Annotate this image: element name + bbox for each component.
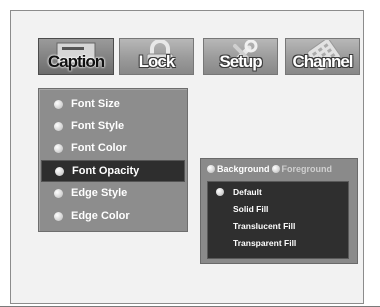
tab-setup-label: Setup bbox=[219, 52, 262, 71]
menu-item-font-color[interactable]: Font Color bbox=[41, 138, 183, 158]
option-label: Translucent Fill bbox=[233, 221, 296, 231]
option-label: Solid Fill bbox=[233, 204, 269, 214]
menu-item-label: Edge Color bbox=[71, 210, 130, 222]
option-label: Transparent Fill bbox=[233, 238, 297, 248]
bullet-icon bbox=[271, 165, 280, 173]
caption-options-menu: Font Size Font Style Font Color Font Opa… bbox=[38, 88, 188, 232]
menu-item-font-style[interactable]: Font Style bbox=[41, 116, 183, 136]
menu-item-font-size[interactable]: Font Size bbox=[41, 94, 183, 114]
bullet-icon bbox=[54, 121, 63, 131]
menu-item-edge-color[interactable]: Edge Color bbox=[41, 206, 183, 226]
tab-lock[interactable]: Lock bbox=[119, 38, 194, 75]
bullet-icon bbox=[207, 165, 215, 173]
menu-item-label: Edge Style bbox=[71, 187, 128, 199]
opacity-options-list: Default Solid Fill Translucent Fill Tran… bbox=[207, 181, 349, 259]
menu-item-label: Font Opacity bbox=[72, 165, 140, 177]
tab-caption[interactable]: Caption bbox=[38, 38, 114, 75]
tab-lock-label: Lock bbox=[138, 52, 176, 71]
tab-caption-label: Caption bbox=[47, 52, 105, 71]
menu-item-edge-style[interactable]: Edge Style bbox=[41, 183, 183, 203]
option-label: Default bbox=[233, 187, 262, 197]
tab-background[interactable]: Background bbox=[217, 164, 270, 174]
menu-item-label: Font Size bbox=[71, 98, 120, 110]
tab-setup[interactable]: Setup bbox=[203, 38, 278, 75]
bullet-icon bbox=[54, 188, 63, 198]
opacity-submenu: Background Foreground Default Solid Fill… bbox=[200, 158, 358, 264]
option-translucent-fill[interactable]: Translucent Fill bbox=[208, 219, 348, 233]
bullet-icon bbox=[55, 166, 64, 176]
radio-selected-icon bbox=[216, 188, 224, 196]
bullet-icon bbox=[54, 143, 63, 153]
option-transparent-fill[interactable]: Transparent Fill bbox=[208, 236, 348, 250]
bullet-icon bbox=[54, 211, 63, 221]
tab-channel-label: Channel bbox=[292, 52, 353, 71]
tab-foreground[interactable]: Foreground bbox=[282, 164, 333, 174]
option-default[interactable]: Default bbox=[208, 185, 348, 199]
menu-item-font-opacity[interactable]: Font Opacity bbox=[41, 160, 185, 182]
option-solid-fill[interactable]: Solid Fill bbox=[208, 202, 348, 216]
opacity-target-tabs: Background Foreground bbox=[201, 161, 357, 177]
bullet-icon bbox=[54, 99, 63, 109]
menu-item-label: Font Style bbox=[71, 120, 125, 132]
menu-item-label: Font Color bbox=[71, 142, 127, 154]
tab-channel[interactable]: Channel bbox=[285, 38, 360, 75]
